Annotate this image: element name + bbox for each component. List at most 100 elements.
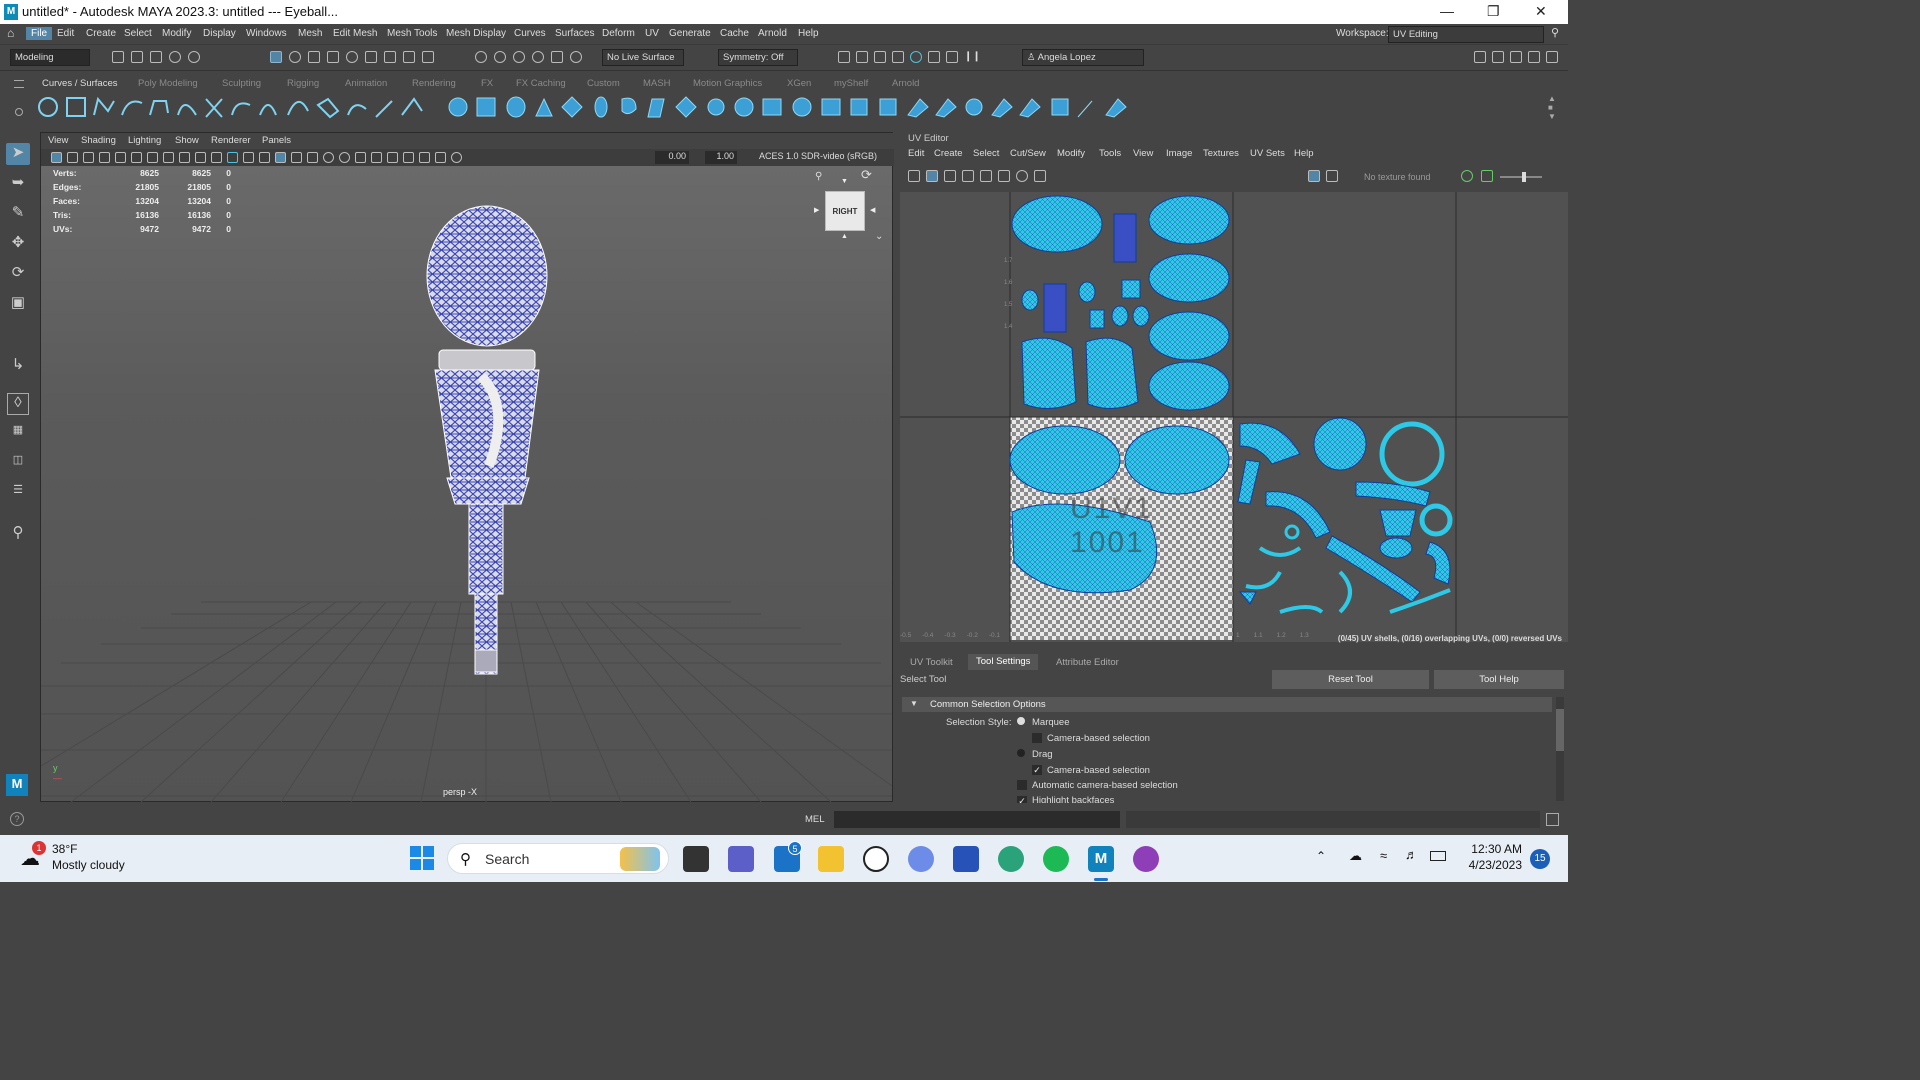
color-management-label[interactable]: ACES 1.0 SDR-video (sRGB) xyxy=(759,151,877,161)
input-ops-icon[interactable] xyxy=(475,51,487,63)
menu-file[interactable]: File xyxy=(26,27,53,40)
battery-icon[interactable] xyxy=(1430,851,1446,861)
snap-curve-icon[interactable] xyxy=(346,51,358,63)
shelf-tab-motion-graphics[interactable]: Motion Graphics xyxy=(693,78,762,89)
resolution-gate-icon[interactable] xyxy=(147,152,158,163)
tray-overflow-icon[interactable]: ⌃ xyxy=(1316,849,1326,863)
modeling-toolkit-icon[interactable] xyxy=(1474,51,1486,63)
close-button[interactable]: ✕ xyxy=(1535,3,1547,20)
two-view-layout-icon[interactable]: ◫ xyxy=(6,453,30,475)
motion-blur-icon[interactable] xyxy=(371,152,382,163)
edge-icon[interactable] xyxy=(998,846,1024,872)
menu-edit-mesh[interactable]: Edit Mesh xyxy=(333,28,377,39)
lasso-tool-icon[interactable]: ➥ xyxy=(6,173,30,195)
uv-snapshot-icon[interactable] xyxy=(1034,170,1046,182)
open-scene-icon[interactable] xyxy=(131,51,143,63)
user-account-dropdown[interactable]: ♙ Angela Lopez xyxy=(1022,49,1144,66)
view-cube-right-arrow-icon[interactable]: ◀ xyxy=(870,206,875,214)
notification-badge[interactable]: 15 xyxy=(1530,849,1550,869)
minimize-button[interactable]: — xyxy=(1440,3,1454,19)
lock-icon[interactable]: ⚲ xyxy=(1551,26,1559,39)
bookmark-icon[interactable] xyxy=(83,152,94,163)
textured-icon[interactable] xyxy=(307,152,318,163)
menu-arnold[interactable]: Arnold xyxy=(758,28,787,39)
shelf-scroll-icon[interactable]: ▲ ■ ▼ xyxy=(1548,94,1556,121)
shelf-tab-fx[interactable]: FX xyxy=(481,78,493,89)
teams-chat-icon[interactable] xyxy=(728,846,754,872)
live-surface-field[interactable]: No Live Surface xyxy=(602,49,684,66)
shelf-menu-icon[interactable] xyxy=(14,80,24,88)
shelf-tab-arnold[interactable]: Arnold xyxy=(892,78,919,89)
view-cube-rotate-icon[interactable]: ⟳ xyxy=(861,167,872,183)
redo-icon[interactable] xyxy=(188,51,200,63)
menu-select[interactable]: Select xyxy=(124,28,152,39)
outliner-layout-icon[interactable]: ☰ xyxy=(6,483,30,505)
shelf-tab-xgen[interactable]: XGen xyxy=(787,78,811,89)
maya-taskbar-icon[interactable]: M xyxy=(1088,846,1114,872)
make-live-icon[interactable] xyxy=(551,51,563,63)
menu-deform[interactable]: Deform xyxy=(602,28,635,39)
command-input[interactable] xyxy=(834,811,1120,828)
uv-menu-select[interactable]: Select xyxy=(973,148,999,159)
uv-menu-uv-sets[interactable]: UV Sets xyxy=(1250,148,1285,159)
menu-uv[interactable]: UV xyxy=(645,28,659,39)
uv-texture-borders-icon[interactable] xyxy=(962,170,974,182)
select-camera-icon[interactable] xyxy=(51,152,62,163)
task-view-icon[interactable] xyxy=(683,846,709,872)
uv-menu-view[interactable]: View xyxy=(1133,148,1153,159)
vp-menu-panels[interactable]: Panels xyxy=(262,135,291,146)
camera-based-checkbox[interactable] xyxy=(1032,733,1042,743)
image-plane-icon[interactable] xyxy=(99,152,110,163)
auto-camera-checkbox[interactable] xyxy=(1017,780,1027,790)
select-by-object-icon[interactable] xyxy=(289,51,301,63)
tool-settings-icon[interactable] xyxy=(1528,51,1540,63)
vp-menu-view[interactable]: View xyxy=(48,135,68,146)
undo-icon[interactable] xyxy=(169,51,181,63)
shelf-tab-poly-modeling[interactable]: Poly Modeling xyxy=(138,78,198,89)
script-editor-icon[interactable] xyxy=(1546,813,1559,826)
vp-menu-renderer[interactable]: Renderer xyxy=(211,135,251,146)
depth-of-field-icon[interactable] xyxy=(403,152,414,163)
render-view-icon[interactable] xyxy=(892,51,904,63)
soft-select-icon[interactable] xyxy=(570,51,582,63)
four-view-layout-icon[interactable]: ▦ xyxy=(6,423,30,445)
taskbar-search-box[interactable]: ⚲ Search xyxy=(447,843,669,874)
shelf-tab-mash[interactable]: MASH xyxy=(643,78,670,89)
smooth-shade-icon[interactable] xyxy=(275,152,286,163)
camera-attributes-icon[interactable] xyxy=(67,152,78,163)
shelf-tab-rendering[interactable]: Rendering xyxy=(412,78,456,89)
uv-menu-create[interactable]: Create xyxy=(934,148,963,159)
xray-icon[interactable] xyxy=(435,152,446,163)
uv-canvas[interactable]: U1V1 1001 1.7 1.6 1.5 1.4 -0.5 -0.4 -0.3 -0.2-… xyxy=(900,192,1568,643)
gate-mask-icon[interactable] xyxy=(163,152,174,163)
uv-menu-tools[interactable]: Tools xyxy=(1099,148,1121,159)
paint-select-tool-icon[interactable]: ✎ xyxy=(6,203,30,225)
render-settings-icon[interactable] xyxy=(838,51,850,63)
select-by-hierarchy-icon[interactable] xyxy=(270,51,282,63)
dell-icon[interactable] xyxy=(863,846,889,872)
menu-mesh[interactable]: Mesh xyxy=(298,28,322,39)
workspace-dropdown[interactable]: UV Editing xyxy=(1388,26,1544,43)
shadows-icon[interactable] xyxy=(339,152,350,163)
menu-create[interactable]: Create xyxy=(86,28,116,39)
film-gate-icon[interactable] xyxy=(131,152,142,163)
tool-help-button[interactable]: Tool Help xyxy=(1434,670,1564,689)
hypershade-icon[interactable] xyxy=(910,51,922,63)
uv-slider-thumb[interactable] xyxy=(1522,172,1526,182)
safe-title-icon[interactable] xyxy=(211,152,222,163)
snap-view-icon[interactable] xyxy=(384,51,396,63)
menu-cache[interactable]: Cache xyxy=(720,28,749,39)
menu-mesh-tools[interactable]: Mesh Tools xyxy=(387,28,437,39)
search-tool-icon[interactable]: ⚲ xyxy=(6,523,30,545)
wifi-icon[interactable]: ≈ xyxy=(1380,848,1387,863)
isolate-select-icon[interactable] xyxy=(419,152,430,163)
scrollbar-thumb[interactable] xyxy=(1556,709,1564,751)
construction-history-icon[interactable] xyxy=(513,51,525,63)
settings-scrollbar[interactable] xyxy=(1556,697,1564,801)
view-cube-home-icon[interactable]: ⚲ xyxy=(815,171,822,182)
render-frame-icon[interactable] xyxy=(856,51,868,63)
attribute-editor-icon[interactable] xyxy=(1510,51,1522,63)
output-ops-icon[interactable] xyxy=(494,51,506,63)
exposure-icon[interactable] xyxy=(451,152,462,163)
maya-home-icon[interactable]: M xyxy=(6,774,28,796)
